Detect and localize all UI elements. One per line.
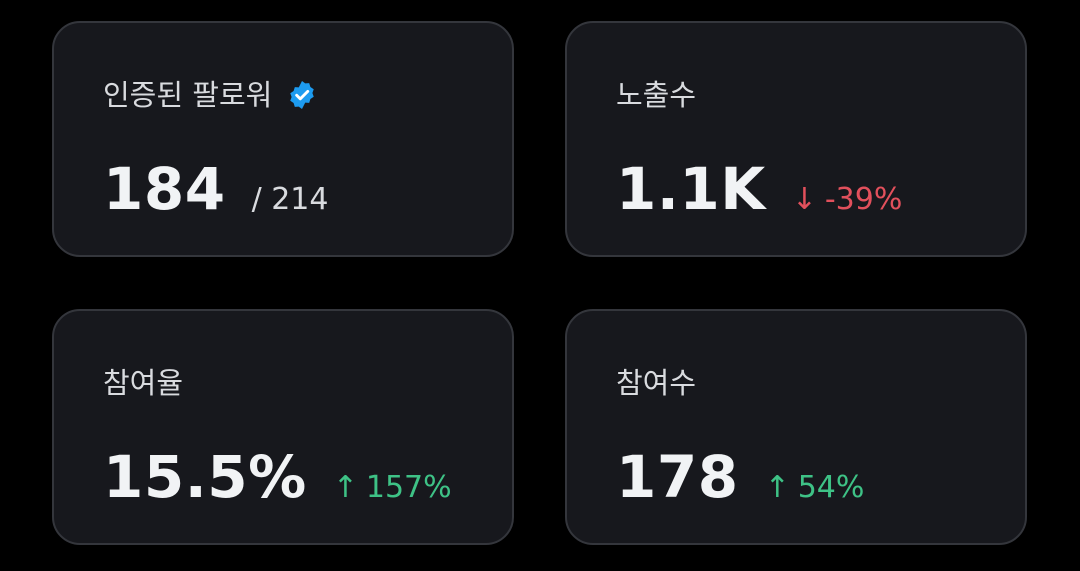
stat-value-row: 1.1K ↓ -39% [616,151,902,227]
stat-value: 178 [616,443,739,511]
verified-badge-icon [286,79,318,111]
stat-card-engagement-rate[interactable]: 참여율 15.5% ↑ 157% [52,309,514,545]
stat-delta-value: 157% [365,470,452,505]
arrow-up-icon: ↑ [764,470,790,505]
stat-delta-value: -39% [824,182,903,217]
stat-total: / 214 [251,182,329,217]
stat-delta: ↓ -39% [792,180,903,220]
arrow-up-icon: ↑ [332,470,358,505]
stat-value: 1.1K [616,155,766,223]
stat-delta: ↑ 157% [333,468,452,508]
stat-value-row: 178 ↑ 54% [616,439,864,515]
stat-card-impressions[interactable]: 노출수 1.1K ↓ -39% [565,21,1027,257]
stat-value-row: 15.5% ↑ 157% [103,439,452,515]
stat-value-row: 184 / 214 [103,151,328,227]
stat-card-title: 참여수 [616,366,697,400]
stat-card-title-row: 참여수 [616,363,696,403]
stat-card-verified-followers[interactable]: 인증된 팔로워 184 / 214 [52,21,514,257]
stat-value: 184 [103,155,226,223]
stat-card-title-row: 노출수 [616,75,696,115]
stat-delta: ↑ 54% [765,468,865,508]
arrow-down-icon: ↓ [791,182,817,217]
stat-card-title: 노출수 [616,78,697,112]
stat-delta-value: 54% [797,470,865,505]
stat-card-title-row: 인증된 팔로워 [103,75,318,115]
stat-card-title: 인증된 팔로워 [103,78,273,112]
stat-card-engagements[interactable]: 참여수 178 ↑ 54% [565,309,1027,545]
stat-value: 15.5% [103,443,307,511]
stat-card-title-row: 참여율 [103,363,183,403]
stat-card-title: 참여율 [103,366,184,400]
